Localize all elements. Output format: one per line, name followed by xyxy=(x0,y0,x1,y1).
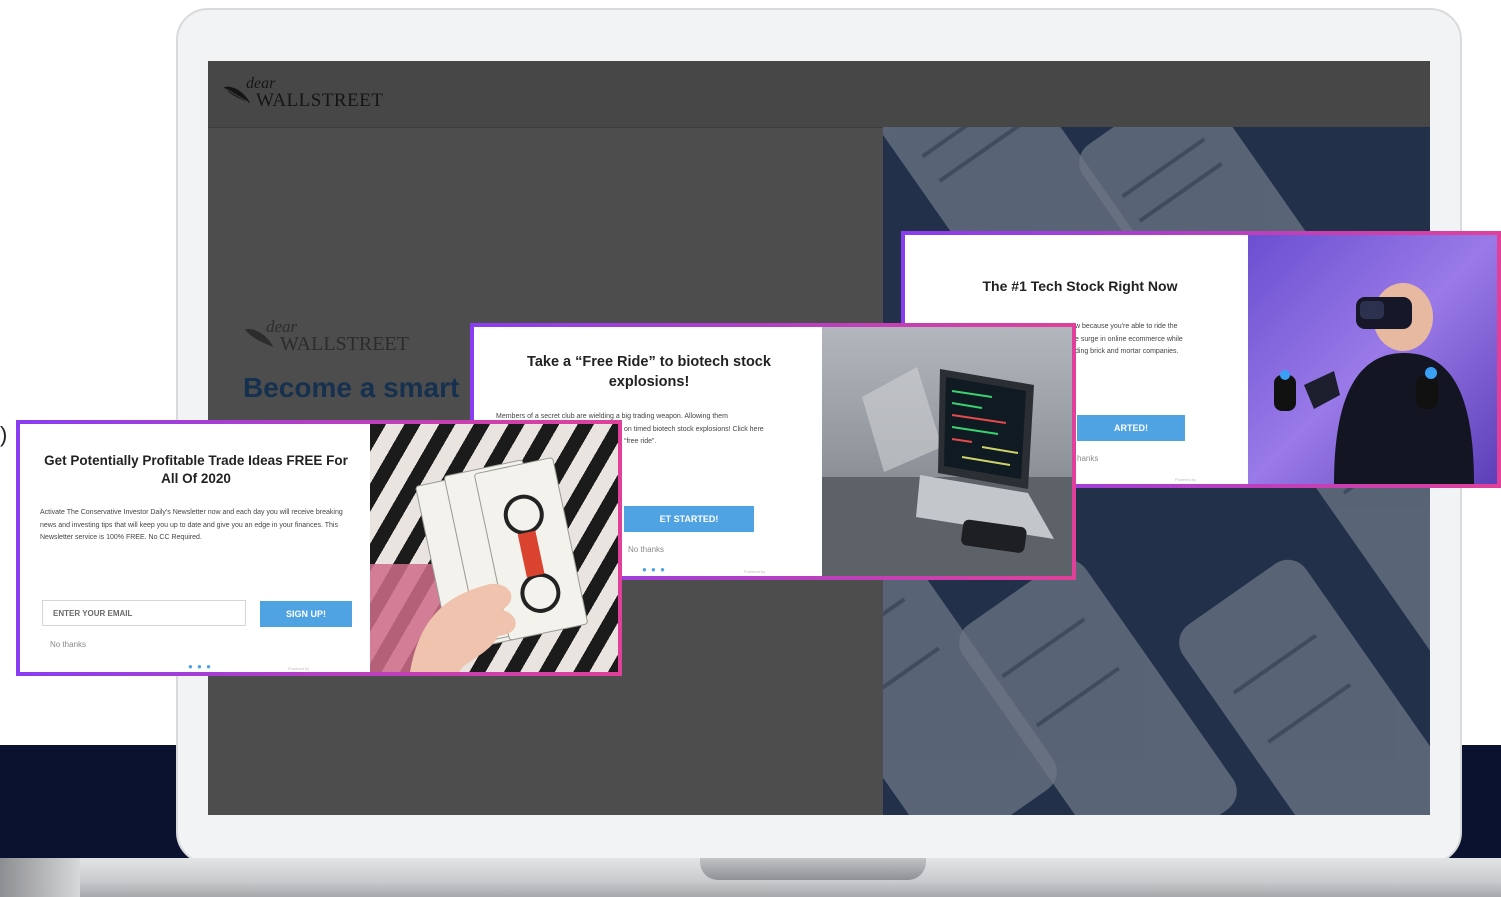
hero-headline: Become a smart xyxy=(243,372,460,403)
laptop-code-icon xyxy=(822,367,1072,576)
get-started-button[interactable]: ET STARTED! xyxy=(624,506,754,532)
laptop-notch xyxy=(700,858,926,880)
popup-content: Get Potentially Profitable Trade Ideas F… xyxy=(20,424,370,672)
popup-body-line: e surge in online ecommerce while xyxy=(1075,335,1183,343)
no-thanks-link[interactable]: No thanks xyxy=(50,640,86,649)
laptop-code-photo xyxy=(822,327,1072,576)
no-thanks-link[interactable]: hanks xyxy=(1077,454,1098,463)
popup-body-line: ding brick and mortar companies. xyxy=(1075,348,1179,356)
sign-up-button[interactable]: SIGN UP! xyxy=(260,601,352,627)
popup-title: Take a “Free Ride” to biotech stock expl… xyxy=(527,354,771,390)
popup-body-line: w because you're able to ride the xyxy=(1075,323,1178,330)
vr-headset-icon xyxy=(1274,283,1474,484)
powered-by-label: Powered by xyxy=(1175,477,1197,482)
logo-wallstreet-text: WALLSTREET xyxy=(256,90,384,111)
popup-title: The #1 Tech Stock Right Now xyxy=(982,278,1178,294)
vr-headset-photo xyxy=(1248,235,1497,484)
popup-body: Activate The Conservative Investor Daily… xyxy=(40,509,343,542)
popup-trade-ideas: Get Potentially Profitable Trade Ideas F… xyxy=(16,420,622,676)
money-in-hand-photo xyxy=(370,424,618,672)
popup-title: Get Potentially Profitable Trade Ideas F… xyxy=(44,453,348,487)
pagination-dots: ● ● ● xyxy=(188,662,212,671)
no-thanks-link[interactable]: No thanks xyxy=(628,545,664,554)
money-hand-icon xyxy=(370,457,588,672)
popup-body: w because you're able to ride the e surg… xyxy=(1075,321,1245,359)
laptop-base-edge xyxy=(0,858,80,897)
powered-by-label: Powered by xyxy=(288,666,310,671)
email-input[interactable]: ENTER YOUR EMAIL xyxy=(42,600,246,626)
get-started-button[interactable]: ARTED! xyxy=(1077,415,1185,441)
hero-logo-wallstreet: WALLSTREET xyxy=(280,333,409,355)
powered-by-label: Powered by xyxy=(744,569,766,574)
cut-off-text: ) xyxy=(0,422,8,447)
site-header: dear WALLSTREET xyxy=(208,61,1430,128)
pagination-dots: ● ● ● xyxy=(642,565,666,574)
